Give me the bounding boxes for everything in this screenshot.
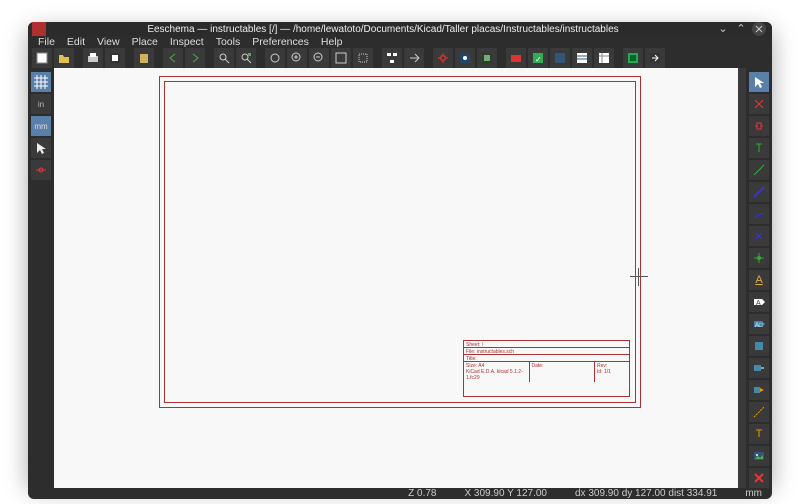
zoom-redraw-icon[interactable] bbox=[265, 48, 285, 68]
canvas[interactable]: Sheet: / File: instructables.sch Title: … bbox=[54, 68, 738, 488]
symbol-browser-icon[interactable] bbox=[455, 48, 475, 68]
hidden-pins-icon[interactable] bbox=[31, 160, 51, 180]
close-icon[interactable] bbox=[752, 22, 766, 36]
status-xy: X 309.90 Y 127.00 bbox=[464, 488, 547, 499]
menu-file[interactable]: File bbox=[38, 36, 55, 48]
svg-text:A: A bbox=[756, 300, 761, 307]
svg-text:A□: A□ bbox=[755, 323, 763, 329]
zoom-in-icon[interactable] bbox=[287, 48, 307, 68]
pcbnew-icon[interactable] bbox=[623, 48, 643, 68]
menu-help[interactable]: Help bbox=[321, 36, 343, 48]
replace-icon[interactable] bbox=[236, 48, 256, 68]
maximize-icon[interactable]: ⌃ bbox=[734, 22, 748, 36]
status-unit: mm bbox=[745, 488, 762, 499]
print-icon[interactable] bbox=[83, 48, 103, 68]
right-toolbar: A A A□ T bbox=[746, 68, 772, 488]
erc-icon[interactable]: ✓ bbox=[528, 48, 548, 68]
menu-place[interactable]: Place bbox=[132, 36, 158, 48]
statusbar: Z 0.78 X 309.90 Y 127.00 dx 309.90 dy 12… bbox=[28, 488, 772, 499]
bom-icon[interactable] bbox=[594, 48, 614, 68]
select-tool-icon[interactable] bbox=[749, 72, 769, 92]
place-line-icon[interactable] bbox=[749, 402, 769, 422]
left-toolbar: in mm bbox=[28, 68, 54, 488]
app-icon bbox=[32, 22, 46, 36]
cursor-shape-icon[interactable] bbox=[31, 138, 51, 158]
place-bus-icon[interactable] bbox=[749, 182, 769, 202]
open-icon[interactable] bbox=[54, 48, 74, 68]
footprint-editor-icon[interactable] bbox=[477, 48, 497, 68]
place-global-label-icon[interactable]: A bbox=[749, 292, 769, 312]
canvas-wrap: Sheet: / File: instructables.sch Title: … bbox=[54, 68, 746, 488]
tb-kicad: KiCad E.D.A. kicad 5.1.2-1.fc29 bbox=[466, 369, 527, 381]
zoom-out-icon[interactable] bbox=[309, 48, 329, 68]
svg-text:✓: ✓ bbox=[535, 55, 542, 64]
undo-icon[interactable] bbox=[163, 48, 183, 68]
symbol-editor-icon[interactable] bbox=[433, 48, 453, 68]
tb-file: File: instructables.sch bbox=[464, 348, 629, 355]
status-zoom: Z 0.78 bbox=[408, 488, 436, 499]
zoom-fit-icon[interactable] bbox=[331, 48, 351, 68]
menubar: File Edit View Place Inspect Tools Prefe… bbox=[28, 36, 772, 48]
assign-footprints-icon[interactable] bbox=[550, 48, 570, 68]
menu-view[interactable]: View bbox=[97, 36, 120, 48]
tb-date: Date: bbox=[532, 363, 593, 369]
paste-icon[interactable] bbox=[134, 48, 154, 68]
window-title: Eeschema — instructables [/] — /home/lew… bbox=[50, 24, 716, 35]
import-back-icon[interactable] bbox=[645, 48, 665, 68]
redo-icon[interactable] bbox=[185, 48, 205, 68]
minimize-icon[interactable]: ⌄ bbox=[716, 22, 730, 36]
place-bus-entry-icon[interactable] bbox=[749, 204, 769, 224]
place-image-icon[interactable] bbox=[749, 446, 769, 466]
plot-icon[interactable] bbox=[105, 48, 125, 68]
titleblock: Sheet: / File: instructables.sch Title: … bbox=[463, 340, 630, 397]
menu-inspect[interactable]: Inspect bbox=[170, 36, 204, 48]
leave-sheet-icon[interactable] bbox=[404, 48, 424, 68]
zoom-selection-icon[interactable] bbox=[353, 48, 373, 68]
tb-id: Id: 1/1 bbox=[597, 369, 627, 375]
hierarchy-icon[interactable] bbox=[382, 48, 402, 68]
import-sheet-pin-icon[interactable] bbox=[749, 358, 769, 378]
find-icon[interactable] bbox=[214, 48, 234, 68]
titlebar: Eeschema — instructables [/] — /home/lew… bbox=[28, 22, 772, 36]
annotate-icon[interactable] bbox=[506, 48, 526, 68]
place-component-icon[interactable] bbox=[749, 116, 769, 136]
unit-mm-icon[interactable]: mm bbox=[31, 116, 51, 136]
main-area: in mm Sheet: / File: instructables.sch T… bbox=[28, 68, 772, 488]
place-power-icon[interactable] bbox=[749, 138, 769, 158]
place-label-icon[interactable]: A bbox=[749, 270, 769, 290]
sheet-border-inner: Sheet: / File: instructables.sch Title: … bbox=[164, 81, 636, 403]
symbol-fields-icon[interactable] bbox=[572, 48, 592, 68]
new-icon[interactable] bbox=[32, 48, 52, 68]
place-sheet-icon[interactable] bbox=[749, 336, 769, 356]
menu-tools[interactable]: Tools bbox=[216, 36, 241, 48]
eeschema-window: Eeschema — instructables [/] — /home/lew… bbox=[28, 22, 772, 482]
place-wire-icon[interactable] bbox=[749, 160, 769, 180]
status-dxy: dx 309.90 dy 127.00 dist 334.91 bbox=[575, 488, 717, 499]
place-junction-icon[interactable] bbox=[749, 248, 769, 268]
highlight-net-icon[interactable] bbox=[749, 94, 769, 114]
menu-edit[interactable]: Edit bbox=[67, 36, 85, 48]
tb-sheet: Sheet: / bbox=[464, 341, 629, 348]
place-text-icon[interactable]: T bbox=[749, 424, 769, 444]
grid-toggle-icon[interactable] bbox=[31, 72, 51, 92]
unit-in-icon[interactable]: in bbox=[31, 94, 51, 114]
crosshair-cursor bbox=[630, 268, 648, 286]
window-controls: ⌄ ⌃ bbox=[716, 22, 766, 36]
delete-tool-icon[interactable] bbox=[749, 468, 769, 488]
menu-preferences[interactable]: Preferences bbox=[252, 36, 309, 48]
tb-title: Title: bbox=[464, 355, 629, 362]
place-noconnect-icon[interactable] bbox=[749, 226, 769, 246]
place-sheet-pin-icon[interactable] bbox=[749, 380, 769, 400]
place-hier-label-icon[interactable]: A□ bbox=[749, 314, 769, 334]
top-toolbar: ✓ bbox=[28, 48, 772, 68]
